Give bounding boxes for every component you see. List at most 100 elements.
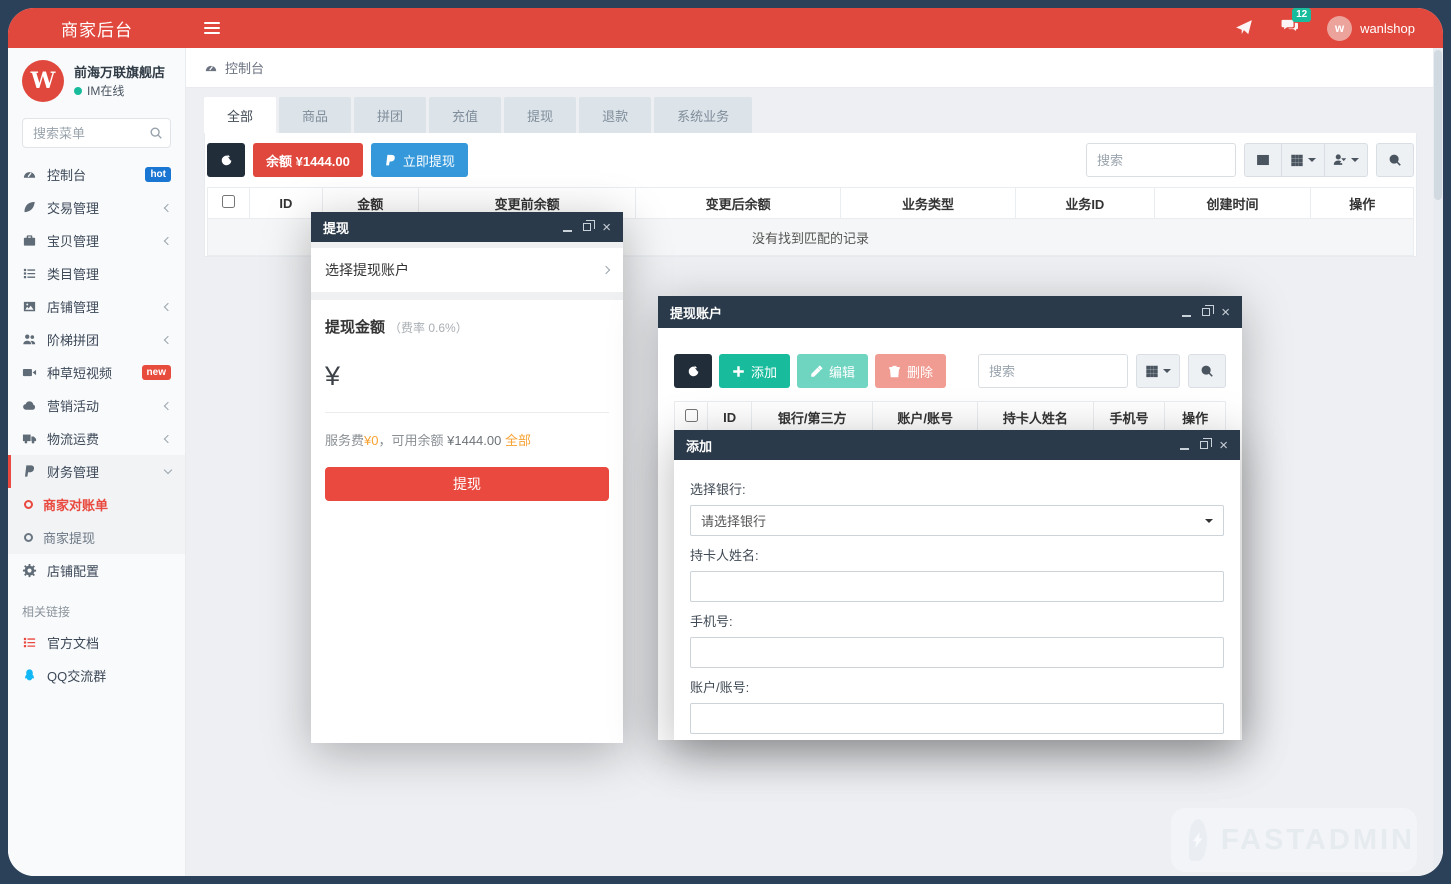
sidebar-item-config[interactable]: 店铺配置 — [8, 554, 185, 587]
maximize-icon[interactable] — [1202, 308, 1210, 316]
maximize-icon[interactable] — [1200, 441, 1208, 449]
close-icon[interactable]: × — [602, 220, 611, 235]
delete-button[interactable]: 删除 — [875, 354, 946, 388]
topbar: 商家后台 12 w wanlshop — [8, 8, 1443, 48]
withdraw-amount-input[interactable] — [350, 365, 615, 388]
col-phone[interactable]: 手机号 — [1093, 402, 1165, 433]
columns-button[interactable] — [1281, 143, 1325, 177]
dialog-title: 添加 — [686, 436, 712, 455]
sidebar-item-goods[interactable]: 宝贝管理 — [8, 224, 185, 257]
search-submit-button[interactable] — [1188, 354, 1226, 388]
holder-label: 持卡人姓名: — [690, 545, 1224, 564]
account-number-input[interactable] — [690, 703, 1224, 734]
sidebar-item-store[interactable]: 店铺管理 — [8, 290, 185, 323]
sidebar-item-trade[interactable]: 交易管理 — [8, 191, 185, 224]
sidebar-item-groupbuy[interactable]: 阶梯拼团 — [8, 323, 185, 356]
search-submit-button[interactable] — [1376, 143, 1414, 177]
col-holder[interactable]: 持卡人姓名 — [978, 402, 1094, 433]
withdraw-now-label: 立即提现 — [403, 151, 455, 170]
dashboard-icon — [204, 61, 218, 75]
col-id[interactable]: ID — [708, 402, 752, 433]
bank-select[interactable]: 请选择银行 — [690, 505, 1224, 536]
export-button[interactable] — [1324, 143, 1368, 177]
refresh-button[interactable] — [207, 143, 245, 177]
phone-input[interactable] — [690, 637, 1224, 668]
col-business-id[interactable]: 业务ID — [1015, 188, 1154, 219]
edit-button[interactable]: 编辑 — [797, 354, 868, 388]
scrollbar[interactable] — [1433, 48, 1443, 876]
close-icon[interactable]: × — [1219, 438, 1228, 453]
col-after-balance[interactable]: 变更后余额 — [636, 188, 841, 219]
sidebar: W 前海万联旗舰店 IM在线 控制台 hot 交易管理 — [8, 48, 186, 876]
tab-goods[interactable]: 商品 — [279, 97, 351, 133]
add-account-form: 选择银行: 请选择银行 持卡人姓名: 手机号: 账户/账号: — [674, 460, 1240, 744]
toggle-icon — [1256, 153, 1270, 167]
phone-label: 手机号: — [690, 611, 1224, 630]
gear-icon — [22, 563, 37, 578]
add-button[interactable]: 添加 — [719, 354, 790, 388]
scrollbar-thumb[interactable] — [1434, 50, 1442, 200]
sidebar-link-qq[interactable]: QQ交流群 — [8, 659, 185, 692]
sidebar-subitem-statement[interactable]: 商家对账单 — [8, 488, 185, 521]
amount-section-title: 提现金额（费率 0.6%） — [325, 316, 609, 337]
shop-panel: W 前海万联旗舰店 IM在线 — [8, 48, 185, 114]
tab-all[interactable]: 全部 — [204, 97, 276, 133]
add-dialog-titlebar[interactable]: 添加 × — [674, 430, 1240, 460]
sidebar-link-docs[interactable]: 官方文档 — [8, 626, 185, 659]
sidebar-item-finance[interactable]: 财务管理 — [8, 455, 185, 488]
withdraw-submit-button[interactable]: 提现 — [325, 467, 609, 501]
balance-button[interactable]: 余额 ¥1444.00 — [253, 143, 363, 177]
col-account[interactable]: 账户/账号 — [873, 402, 978, 433]
col-actions[interactable]: 操作 — [1165, 402, 1226, 433]
sidebar-item-dashboard[interactable]: 控制台 hot — [8, 158, 185, 191]
close-icon[interactable]: × — [1221, 305, 1230, 320]
messages-icon[interactable]: 12 — [1281, 17, 1299, 40]
chevron-left-icon — [164, 302, 172, 310]
send-icon[interactable] — [1235, 19, 1253, 37]
avatar: w — [1327, 16, 1352, 41]
minimize-icon[interactable] — [1180, 448, 1189, 450]
sidebar-item-category[interactable]: 类目管理 — [8, 257, 185, 290]
minimize-icon[interactable] — [563, 230, 572, 232]
brand-title[interactable]: 商家后台 — [8, 8, 186, 48]
fee-line: 服务费¥0，可用余额 ¥1444.00 全部 — [325, 413, 609, 463]
menu-toggle-icon[interactable] — [204, 22, 220, 34]
all-link[interactable]: 全部 — [505, 433, 531, 448]
withdraw-dialog-titlebar[interactable]: 提现 × — [311, 212, 623, 242]
tab-recharge[interactable]: 充值 — [429, 97, 501, 133]
tab-refund[interactable]: 退款 — [579, 97, 651, 133]
paypal-icon — [22, 464, 37, 479]
sidebar-item-video[interactable]: 种草短视频 new — [8, 356, 185, 389]
refresh-button[interactable] — [674, 354, 712, 388]
user-menu[interactable]: w wanlshop — [1327, 16, 1415, 41]
toggle-view-button[interactable] — [1244, 143, 1282, 177]
col-create-time[interactable]: 创建时间 — [1154, 188, 1311, 219]
sidebar-item-logistics[interactable]: 物流运费 — [8, 422, 185, 455]
tab-withdraw[interactable]: 提现 — [504, 97, 576, 133]
storefront-icon — [22, 299, 37, 314]
qq-icon — [22, 668, 37, 683]
breadcrumb-item[interactable]: 控制台 — [225, 58, 264, 77]
account-search-input[interactable] — [978, 354, 1128, 388]
col-business-type[interactable]: 业务类型 — [841, 188, 1016, 219]
tab-system[interactable]: 系统业务 — [654, 97, 752, 133]
col-bank[interactable]: 银行/第三方 — [752, 402, 873, 433]
sidebar-subitem-withdraw[interactable]: 商家提现 — [8, 521, 185, 554]
sidebar-item-marketing[interactable]: 营销活动 — [8, 389, 185, 422]
select-all-checkbox[interactable] — [685, 409, 698, 422]
withdraw-now-button[interactable]: 立即提现 — [371, 143, 468, 177]
account-dialog-titlebar[interactable]: 提现账户 × — [658, 296, 1242, 328]
app-window: 商家后台 12 w wanlshop W 前海万联旗舰店 — [8, 8, 1443, 876]
holder-name-input[interactable] — [690, 571, 1224, 602]
select-withdraw-account-row[interactable]: 选择提现账户 — [311, 248, 623, 292]
col-actions[interactable]: 操作 — [1311, 188, 1414, 219]
select-all-checkbox[interactable] — [222, 195, 235, 208]
columns-button[interactable] — [1136, 354, 1180, 388]
docs-list-icon — [22, 635, 37, 650]
records-search-input[interactable] — [1086, 143, 1236, 177]
video-icon — [22, 365, 37, 380]
briefcase-icon — [22, 233, 37, 248]
maximize-icon[interactable] — [583, 223, 591, 231]
tab-groupbuy[interactable]: 拼团 — [354, 97, 426, 133]
minimize-icon[interactable] — [1182, 315, 1191, 317]
